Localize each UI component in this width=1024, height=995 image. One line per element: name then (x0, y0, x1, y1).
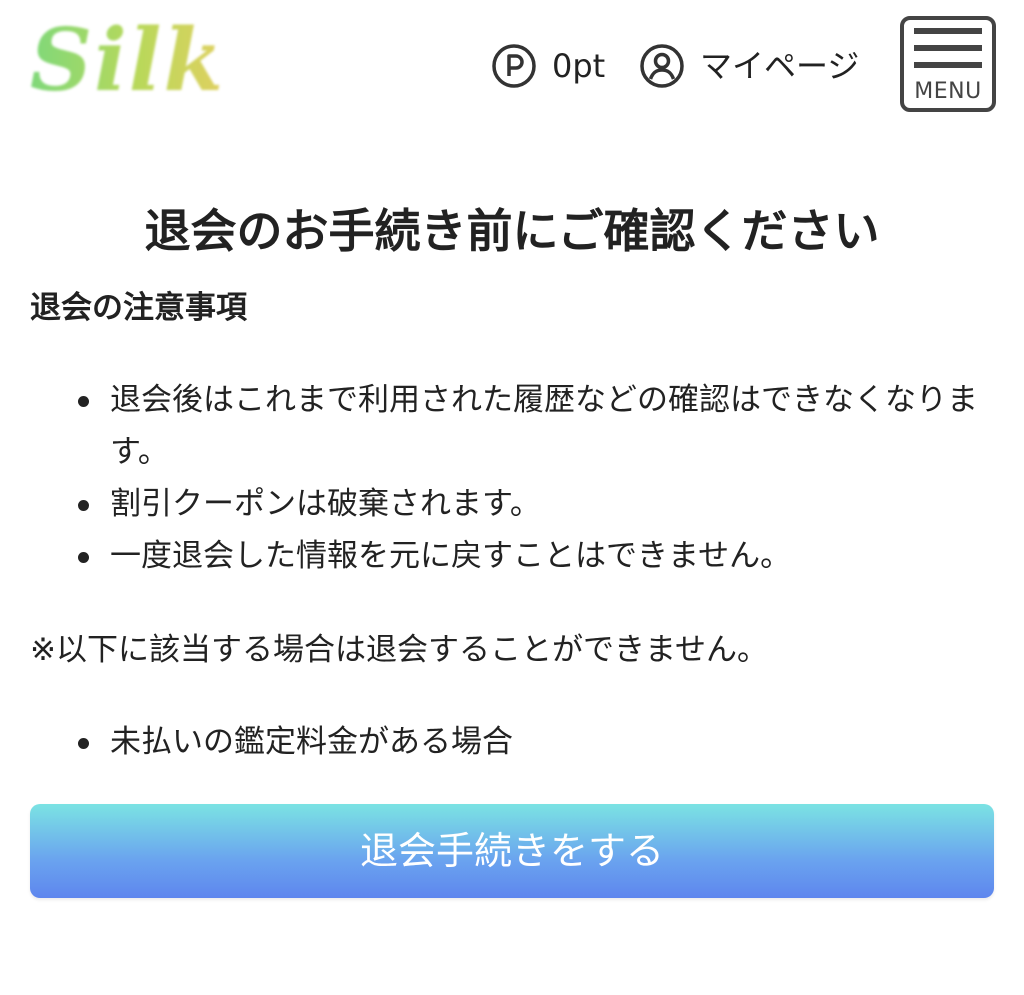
points-p-icon (492, 44, 536, 88)
points-link[interactable]: 0pt (490, 40, 605, 92)
mypage-link[interactable]: マイページ (638, 40, 859, 92)
silk-logo[interactable]: Silk (30, 6, 225, 116)
conditions-note: ※以下に該当する場合は退会することができません。 (30, 632, 769, 668)
notes-list: 退会後はこれまで利用された履歴などの確認はできなくなります。 割引クーポンは破棄… (78, 374, 998, 582)
notes-heading: 退会の注意事項 (30, 290, 247, 326)
menu-label: MENU (914, 79, 982, 104)
page-title: 退会のお手続き前にご確認ください (144, 204, 880, 258)
list-item: 一度退会した情報を元に戻すことはできません。 (78, 530, 998, 582)
menu-button[interactable]: MENU (900, 16, 996, 112)
list-item: 退会後はこれまで利用された履歴などの確認はできなくなります。 (78, 374, 998, 478)
conditions-list: 未払いの鑑定料金がある場合 (78, 716, 998, 768)
withdraw-button[interactable]: 退会手続きをする (30, 804, 994, 898)
list-item: 割引クーポンは破棄されます。 (78, 478, 998, 530)
list-item: 未払いの鑑定料金がある場合 (78, 716, 998, 768)
points-value: 0pt (552, 47, 606, 85)
hamburger-menu-icon (914, 28, 982, 79)
user-circle-icon (640, 44, 684, 88)
site-header: Silk 0pt マイページ MENU (0, 0, 1024, 130)
mypage-label: マイページ (700, 47, 860, 85)
